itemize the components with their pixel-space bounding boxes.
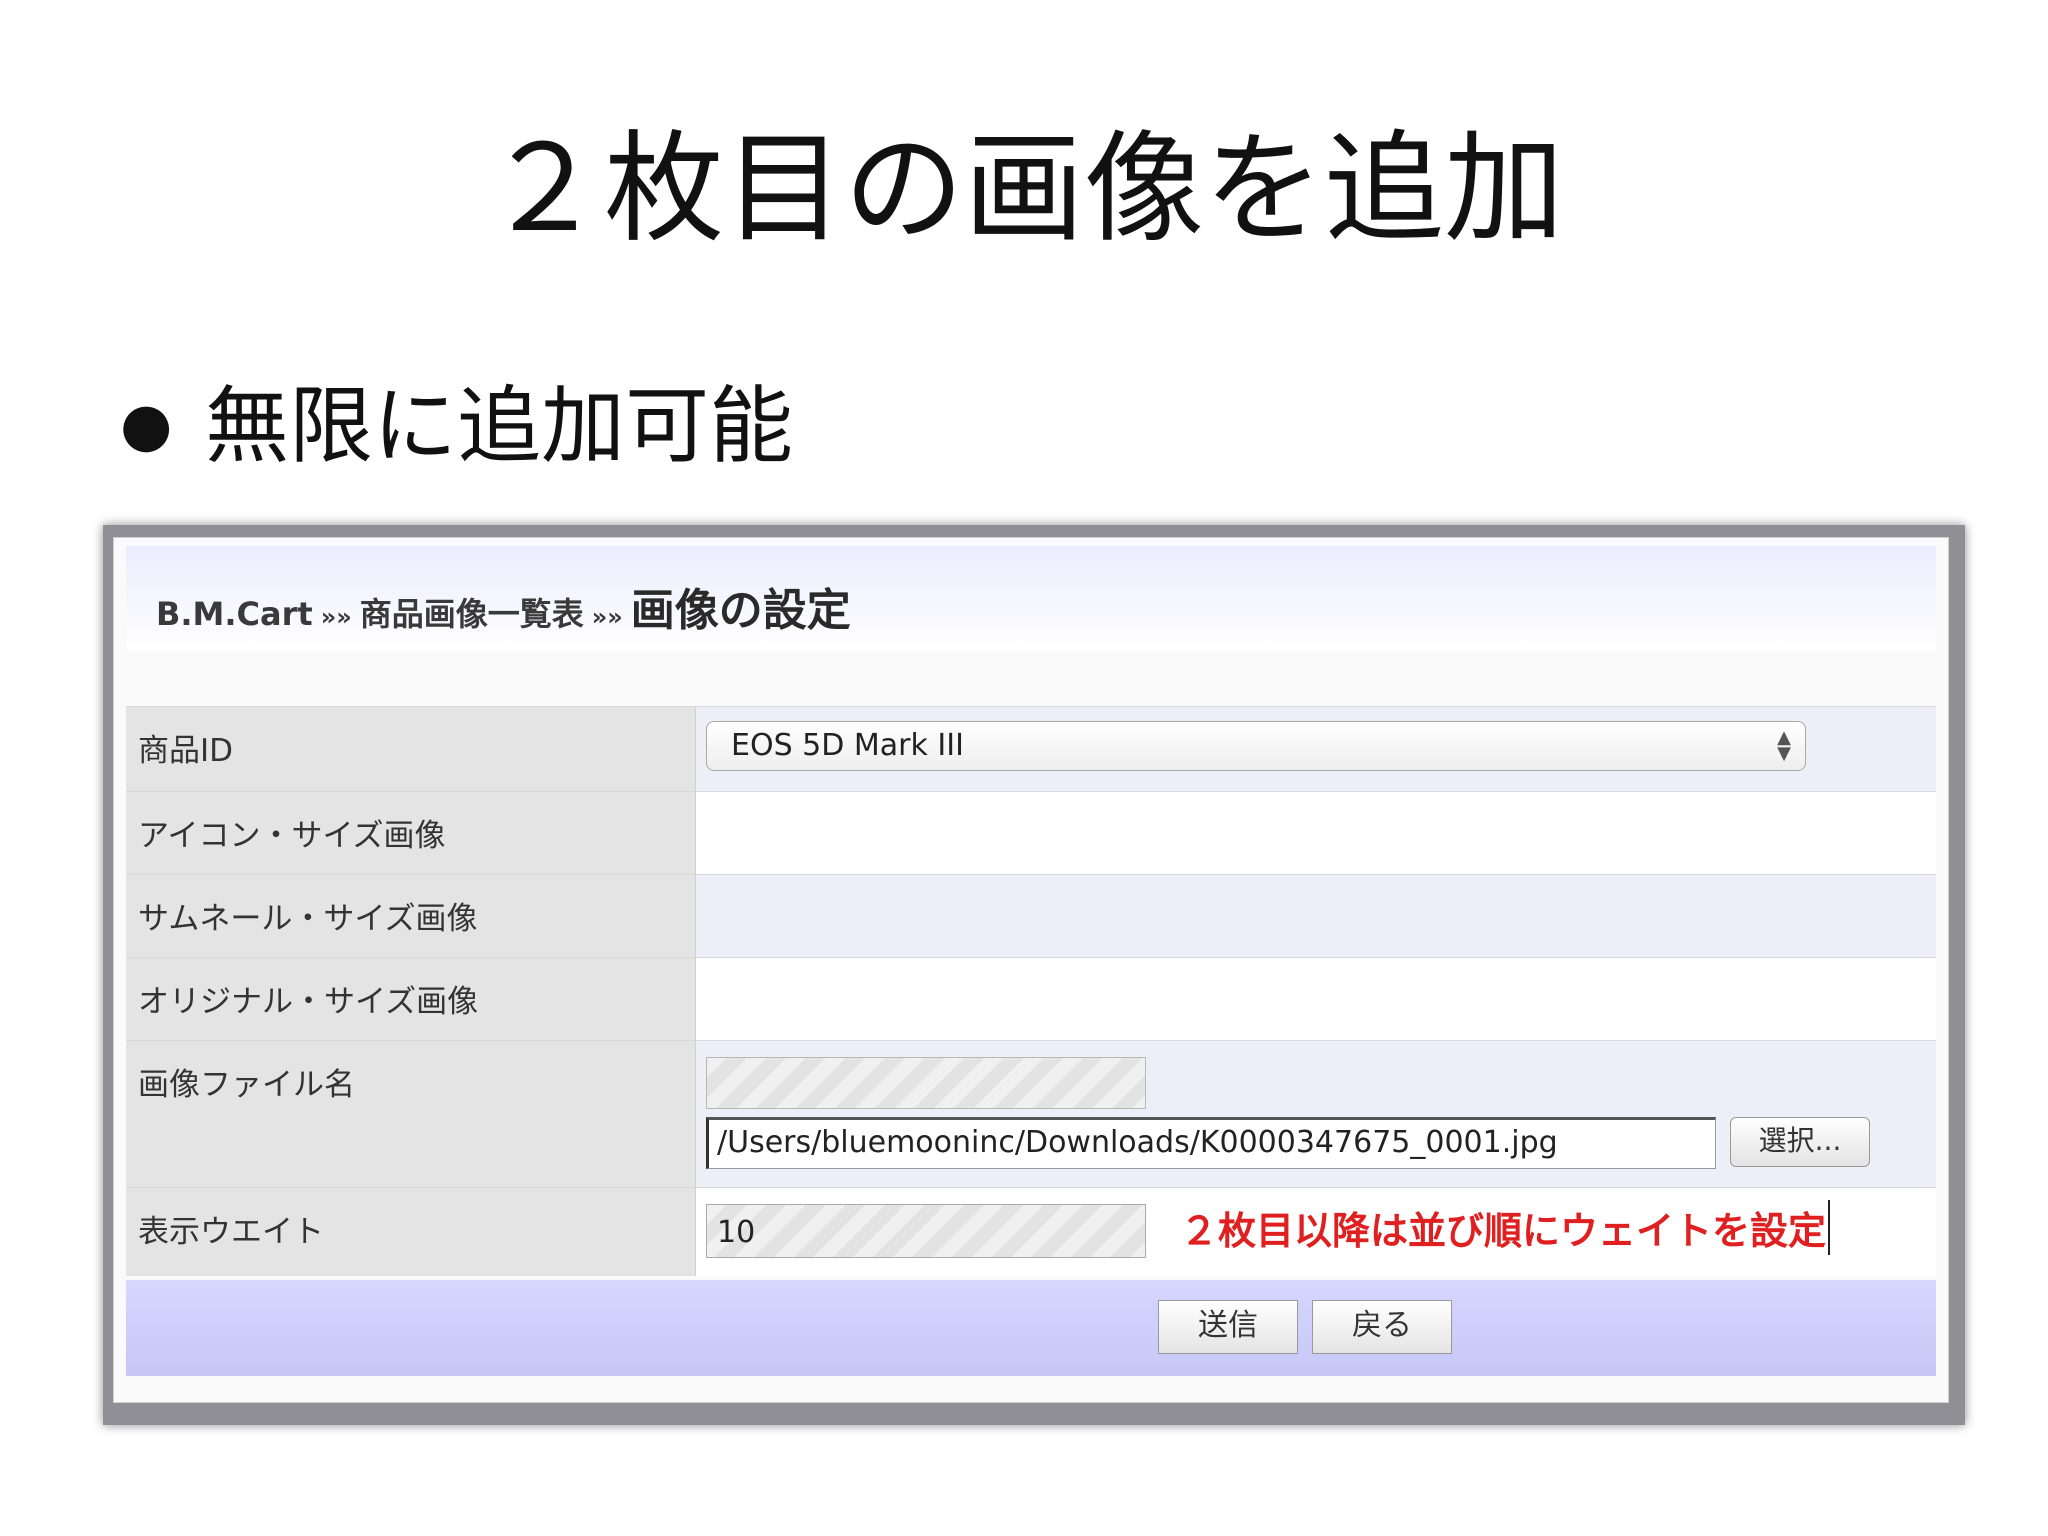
original-size-label: オリジナル・サイズ画像 [126,958,696,1040]
file-path-field[interactable]: /Users/bluemooninc/Downloads/K0000347675… [706,1117,1716,1169]
bullet-text: 無限に追加可能 [205,377,794,475]
product-id-value: EOS 5D Mark III [731,728,964,763]
product-id-select[interactable]: EOS 5D Mark III ▲ ▼ [706,721,1806,771]
file-name-field[interactable] [706,1057,1146,1109]
breadcrumb-separator: »» [320,603,352,631]
weight-label: 表示ウエイト [126,1188,696,1276]
weight-annotation: ２枚目以降は並び順にウェイトを設定 [1180,1200,1831,1255]
form-row-weight: 表示ウエイト 10 ２枚目以降は並び順にウェイトを設定 [126,1187,1936,1276]
breadcrumb: B.M.Cart»» 商品画像一覧表»» 画像の設定 [156,574,851,638]
select-arrows-icon: ▲ ▼ [1777,727,1791,764]
form-row-icon-size: アイコン・サイズ画像 [126,791,1936,874]
form-row-thumb-size: サムネール・サイズ画像 [126,874,1936,957]
submit-button[interactable]: 送信 [1158,1300,1298,1354]
thumb-size-label: サムネール・サイズ画像 [126,875,696,957]
form-row-file-name: 画像ファイル名 /Users/bluemooninc/Downloads/K00… [126,1040,1936,1187]
weight-input[interactable]: 10 [706,1204,1146,1258]
bullet-dot-icon: ● [120,390,173,460]
slide-title: ２枚目の画像を追加 [484,120,1564,259]
form-footer: 送信 戻る [126,1280,1936,1376]
breadcrumb-separator: »» [591,603,623,631]
breadcrumb-root-link[interactable]: B.M.Cart [156,595,313,633]
icon-size-label: アイコン・サイズ画像 [126,792,696,874]
bullet-item: ● 無限に追加可能 [120,375,793,476]
product-id-label: 商品ID [126,707,696,791]
image-settings-form: 商品ID EOS 5D Mark III ▲ ▼ アイコン・サイズ画像 サムネール… [126,706,1936,1276]
breadcrumb-list-link[interactable]: 商品画像一覧表 [360,595,584,633]
panel-header: B.M.Cart»» 商品画像一覧表»» 画像の設定 [126,546,1936,651]
screenshot-frame: B.M.Cart»» 商品画像一覧表»» 画像の設定 商品ID EOS 5D Mar… [103,525,1965,1425]
settings-panel: B.M.Cart»» 商品画像一覧表»» 画像の設定 商品ID EOS 5D Mar… [113,537,1949,1403]
back-button[interactable]: 戻る [1312,1300,1452,1354]
choose-file-button[interactable]: 選択... [1730,1117,1870,1167]
form-row-original-size: オリジナル・サイズ画像 [126,957,1936,1040]
file-name-label: 画像ファイル名 [126,1041,696,1187]
page-title: 画像の設定 [630,585,851,636]
form-row-product-id: 商品ID EOS 5D Mark III ▲ ▼ [126,706,1936,791]
